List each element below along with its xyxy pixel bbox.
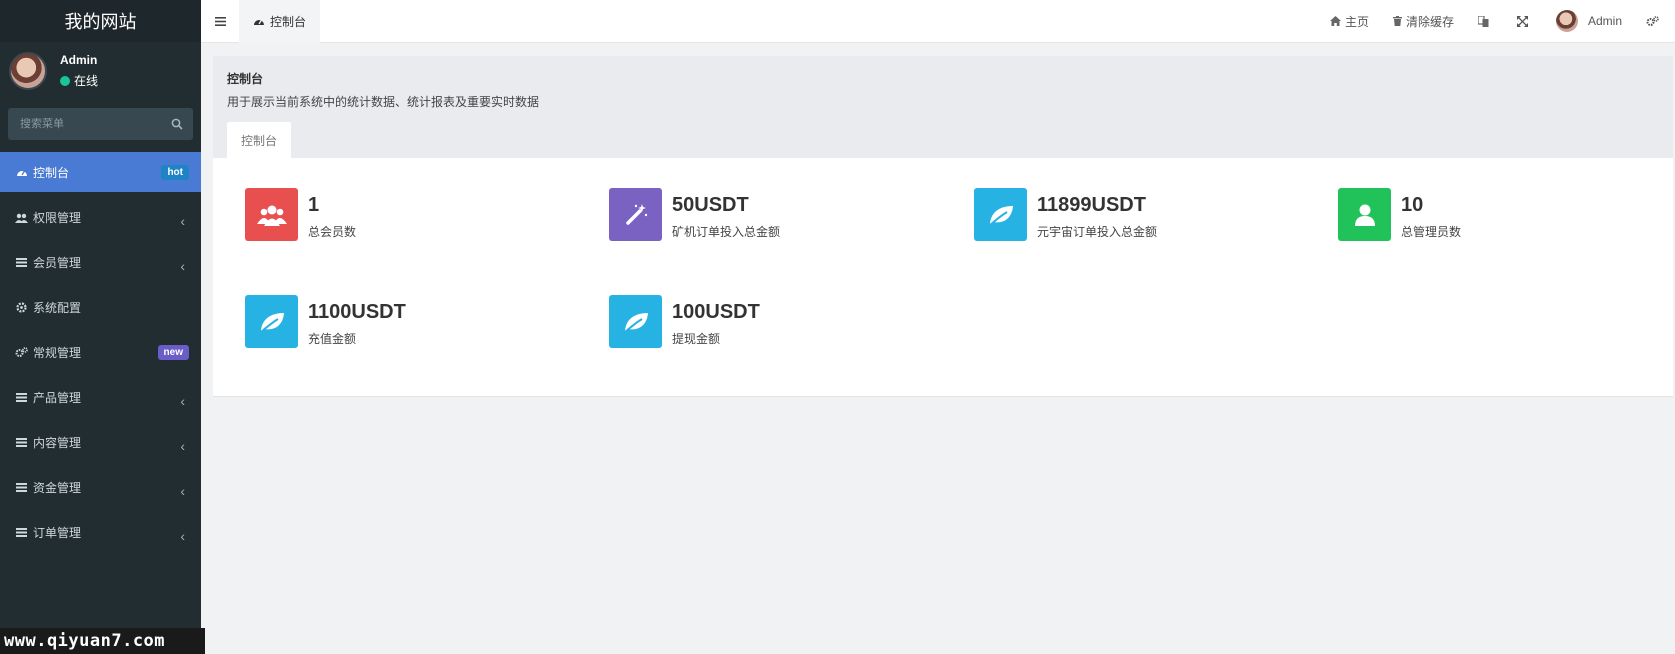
- sidebar-item-members[interactable]: 会员管理 ‹: [0, 240, 201, 285]
- translate-icon: [1477, 15, 1489, 27]
- sidebar-item-label: 产品管理: [33, 391, 82, 405]
- trash-icon: [1392, 16, 1402, 26]
- users-icon: [15, 211, 28, 224]
- sidebar-item-label: 内容管理: [33, 436, 82, 450]
- stat-value: 50USDT: [672, 194, 749, 216]
- sidebar: 我的网站 Admin 在线 控制台 hot 权限管理 ‹ 会员管理 ‹: [0, 0, 205, 654]
- stat-label: 提现金额: [672, 332, 721, 346]
- stat-label: 充值金额: [308, 332, 357, 346]
- stat-total-members: 1 总会员数: [245, 188, 356, 241]
- sidebar-item-label: 权限管理: [33, 211, 82, 225]
- stat-value: 10: [1401, 194, 1424, 216]
- tab-dashboard[interactable]: 控制台: [239, 0, 321, 43]
- chevron-left-icon: ‹: [180, 482, 185, 499]
- stat-withdraw: 100USDT 提现金额: [609, 295, 760, 348]
- sidebar-item-permissions[interactable]: 权限管理 ‹: [0, 195, 201, 240]
- stat-value: 100USDT: [672, 301, 760, 323]
- stat-total-admins: 10 总管理员数: [1338, 188, 1461, 241]
- user-name: Admin: [60, 53, 98, 67]
- stat-metaverse-orders: 11899USDT 元宇宙订单投入总金额: [974, 188, 1157, 241]
- menu-search: [8, 108, 193, 140]
- topbar: 控制台 主页 清除缓存 Admin: [201, 0, 1675, 43]
- home-label: 主页: [1344, 14, 1369, 29]
- sidebar-item-label: 控制台: [33, 165, 70, 180]
- chevron-left-icon: ‹: [180, 527, 185, 544]
- tab-label: 控制台: [270, 14, 307, 29]
- page-description: 用于展示当前系统中的统计数据、统计报表及重要实时数据: [227, 95, 540, 109]
- dashboard-icon: [254, 19, 264, 25]
- language-button[interactable]: [1466, 15, 1505, 27]
- stat-recharge: 1100USDT 充值金额: [245, 295, 406, 348]
- leaf-icon: [974, 188, 1027, 241]
- sidebar-item-system-config[interactable]: 系统配置: [0, 285, 201, 330]
- new-badge: new: [157, 345, 189, 360]
- leaf-icon: [609, 295, 662, 348]
- sidebar-item-orders[interactable]: 订单管理 ‹: [0, 510, 201, 555]
- status-text: 在线: [74, 74, 99, 88]
- sidebar-item-label: 常规管理: [33, 346, 82, 360]
- list-icon: [15, 256, 28, 269]
- user-status: 在线: [60, 72, 98, 89]
- fullscreen-icon: [1516, 15, 1528, 27]
- dashboard-icon: [15, 166, 28, 179]
- chevron-left-icon: ‹: [180, 212, 185, 229]
- stat-miner-orders: 50USDT 矿机订单投入总金额: [609, 188, 780, 241]
- avatar: [1555, 10, 1578, 32]
- user-menu[interactable]: Admin: [1544, 10, 1634, 32]
- home-icon: [1329, 16, 1341, 26]
- avatar: [9, 52, 47, 90]
- gears-icon: [15, 346, 28, 359]
- hot-badge: hot: [161, 164, 189, 180]
- magic-wand-icon: [609, 188, 662, 241]
- list-icon: [15, 391, 28, 404]
- panel-header: 控制台 用于展示当前系统中的统计数据、统计报表及重要实时数据 控制台: [213, 56, 1673, 158]
- sidebar-item-content[interactable]: 内容管理 ‹: [0, 420, 201, 465]
- fullscreen-button[interactable]: [1505, 15, 1544, 27]
- sidebar-item-products[interactable]: 产品管理 ‹: [0, 375, 201, 420]
- sidebar-item-label: 系统配置: [33, 301, 82, 315]
- stat-value: 1100USDT: [308, 301, 406, 323]
- sidebar-item-general[interactable]: 常规管理 new: [0, 330, 201, 375]
- stats-panel: 1 总会员数 50USDT 矿机订单投入总金额 11899USDT 元宇宙订单投…: [213, 158, 1673, 397]
- sidebar-item-label: 资金管理: [33, 481, 82, 495]
- user-panel: Admin 在线: [0, 42, 201, 100]
- site-brand[interactable]: 我的网站: [0, 0, 201, 42]
- page-title: 控制台: [227, 72, 264, 86]
- sidebar-item-dashboard[interactable]: 控制台 hot: [0, 152, 201, 192]
- menu-search-input[interactable]: [20, 118, 150, 130]
- users-icon: [245, 188, 298, 241]
- menu-toggle-icon[interactable]: [201, 0, 239, 43]
- admin-label: Admin: [1587, 14, 1622, 28]
- stat-value: 1: [308, 194, 320, 216]
- stat-value: 11899USDT: [1037, 194, 1146, 216]
- stat-label: 总管理员数: [1401, 225, 1462, 239]
- chevron-left-icon: ‹: [180, 257, 185, 274]
- leaf-icon: [245, 295, 298, 348]
- online-dot-icon: [60, 75, 70, 86]
- stat-label: 矿机订单投入总金额: [672, 225, 781, 239]
- sidebar-item-funds[interactable]: 资金管理 ‹: [0, 465, 201, 510]
- watermark: www.qiyuan7.com: [0, 628, 205, 654]
- sidebar-item-label: 会员管理: [33, 256, 82, 270]
- stat-label: 元宇宙订单投入总金额: [1037, 225, 1158, 239]
- user-icon: [1338, 188, 1391, 241]
- sidebar-item-label: 订单管理: [33, 526, 82, 540]
- gear-icon: [15, 301, 28, 314]
- list-icon: [15, 436, 28, 449]
- clear-cache-label: 清除缓存: [1405, 14, 1454, 29]
- sidebar-menu: 控制台 hot 权限管理 ‹ 会员管理 ‹ 系统配置 常规管理 new 产品管理…: [0, 152, 201, 555]
- list-icon: [15, 526, 28, 539]
- tab-dashboard-panel[interactable]: 控制台: [227, 122, 291, 158]
- main-content: 控制台 用于展示当前系统中的统计数据、统计报表及重要实时数据 控制台 1 总会员…: [213, 56, 1673, 397]
- clear-cache-button[interactable]: 清除缓存: [1381, 13, 1466, 30]
- search-icon[interactable]: [171, 118, 183, 130]
- list-icon: [15, 481, 28, 494]
- chevron-left-icon: ‹: [180, 437, 185, 454]
- chevron-left-icon: ‹: [180, 392, 185, 409]
- home-link[interactable]: 主页: [1318, 13, 1381, 30]
- settings-button[interactable]: [1634, 15, 1675, 27]
- gears-icon: [1646, 15, 1659, 26]
- stat-label: 总会员数: [308, 225, 357, 239]
